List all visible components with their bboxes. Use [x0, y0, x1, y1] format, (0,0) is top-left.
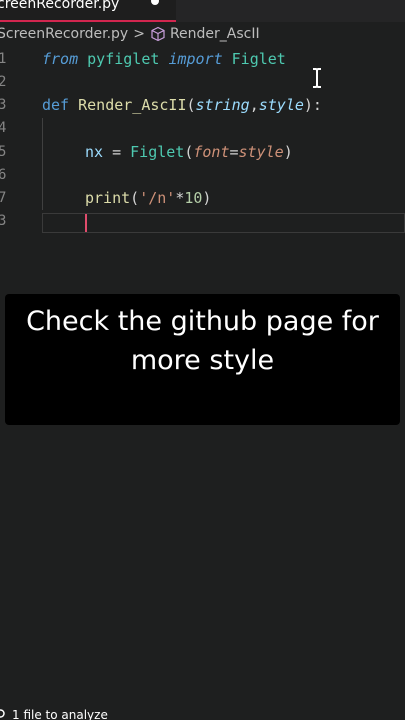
ibeam-cursor-icon	[313, 68, 321, 88]
breadcrumb-file[interactable]: ScreenRecorder.py	[0, 26, 128, 42]
code-line[interactable]: 5 nx = Figlet(font=style)	[0, 141, 405, 164]
param-string: string	[195, 96, 250, 114]
paren-open: (	[186, 96, 196, 114]
line-number: 1	[0, 51, 7, 67]
status-text[interactable]: 1 file to analyze	[12, 708, 108, 720]
line-number: 5	[0, 144, 7, 160]
paren-close: ):	[303, 96, 322, 114]
keyword-from: from	[42, 50, 79, 68]
paren-close: )	[202, 189, 212, 207]
code-line[interactable]: 6	[0, 164, 405, 187]
caption-overlay: Check the github page for more style	[5, 294, 400, 425]
line-number: 4	[0, 120, 7, 136]
class-call: Figlet	[130, 143, 185, 161]
breadcrumb-symbol[interactable]: Render_AscII	[170, 26, 260, 42]
tab-screenrecorder[interactable]: creenRecorder.py	[0, 0, 176, 22]
status-bar: 1 file to analyze	[0, 706, 405, 720]
class-name: Figlet	[231, 50, 286, 68]
code-line[interactable]: 1 from pyfiglet import Figlet	[0, 48, 405, 71]
string-literal: '/n'	[139, 189, 176, 207]
multiply-op: *	[175, 189, 185, 207]
kwarg-font: font	[193, 143, 230, 161]
caption-line-2: more style	[130, 345, 275, 376]
comma: ,	[249, 96, 259, 114]
assign-op: =	[103, 143, 131, 161]
tab-bar: creenRecorder.py	[0, 0, 405, 22]
cube-icon	[151, 26, 165, 42]
module-name: pyfiglet	[87, 50, 160, 68]
code-editor[interactable]: 1 from pyfiglet import Figlet 2 3 def Re…	[0, 48, 405, 238]
text-cursor	[85, 214, 87, 232]
caption-line-1: Check the github page for	[26, 306, 379, 337]
line-number: 2	[0, 74, 7, 90]
number-literal: 10	[184, 189, 203, 207]
tab-label: creenRecorder.py	[0, 0, 120, 12]
function-name: Render_AscII	[78, 96, 187, 114]
code-line[interactable]: 3 def Render_AscII(string,style):	[0, 94, 405, 117]
param-style: style	[258, 96, 304, 114]
paren-close: )	[283, 143, 293, 161]
caption-text: Check the github page for more style	[5, 302, 400, 380]
code-line[interactable]: 3	[0, 210, 405, 233]
refresh-icon	[0, 709, 5, 718]
breadcrumb-separator: >	[133, 26, 145, 42]
unsaved-dot-icon[interactable]	[151, 0, 159, 5]
paren-open: (	[130, 189, 140, 207]
arg-style: style	[238, 143, 284, 161]
line-number: 7	[0, 190, 7, 206]
keyword-def: def	[42, 96, 70, 114]
line-number: 6	[0, 167, 7, 183]
function-print: print	[85, 189, 131, 207]
line-number: 3	[0, 213, 7, 229]
keyword-import: import	[168, 50, 223, 68]
line-number: 3	[0, 97, 7, 113]
kwarg-assign: =	[229, 143, 239, 161]
breadcrumb: ScreenRecorder.py > Render_AscII	[0, 24, 405, 44]
code-line[interactable]: 4	[0, 117, 405, 140]
code-line[interactable]: 2	[0, 71, 405, 94]
variable-nx: nx	[85, 143, 104, 161]
code-line[interactable]: 7 print('/n'*10)	[0, 187, 405, 210]
